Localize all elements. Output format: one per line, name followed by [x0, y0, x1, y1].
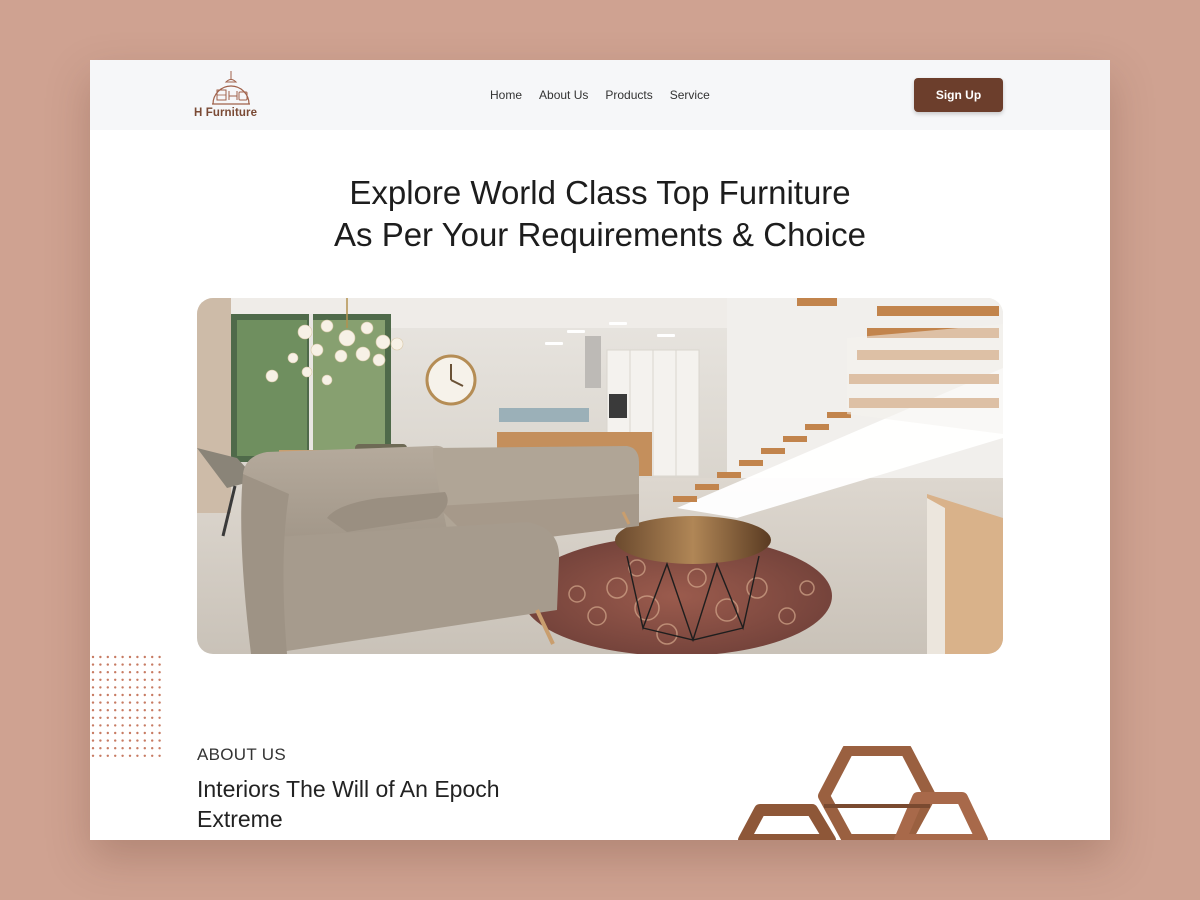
- about-title: Interiors The Will of An Epoch Extreme: [197, 774, 537, 834]
- hero-living-room-image: [197, 298, 1003, 654]
- page-card: H Furniture Home About Us Products Servi…: [90, 60, 1110, 840]
- about-title-line-2: Extreme: [197, 806, 283, 832]
- decorative-dots: [91, 655, 161, 757]
- nav-item-about-us[interactable]: About Us: [539, 88, 588, 102]
- living-room-illustration: [197, 298, 1003, 654]
- logo[interactable]: H Furniture: [194, 68, 270, 124]
- about-title-line-1: Interiors The Will of An Epoch: [197, 776, 500, 802]
- nav-item-service[interactable]: Service: [670, 88, 710, 102]
- nav-item-products[interactable]: Products: [605, 88, 652, 102]
- furniture-logo-icon: [212, 71, 250, 105]
- hero-title-line-2: As Per Your Requirements & Choice: [334, 216, 866, 253]
- nav-item-home[interactable]: Home: [490, 88, 522, 102]
- navbar: H Furniture Home About Us Products Servi…: [90, 60, 1110, 130]
- sign-up-button[interactable]: Sign Up: [914, 78, 1003, 112]
- hero-title-line-1: Explore World Class Top Furniture: [349, 174, 851, 211]
- about-eyebrow: ABOUT US: [197, 745, 286, 764]
- logo-text: H Furniture: [194, 107, 258, 119]
- nav-links: Home About Us Products Service: [490, 88, 710, 102]
- hero-title: Explore World Class Top Furniture As Per…: [90, 172, 1110, 256]
- hexagon-shelf-image: [738, 746, 988, 840]
